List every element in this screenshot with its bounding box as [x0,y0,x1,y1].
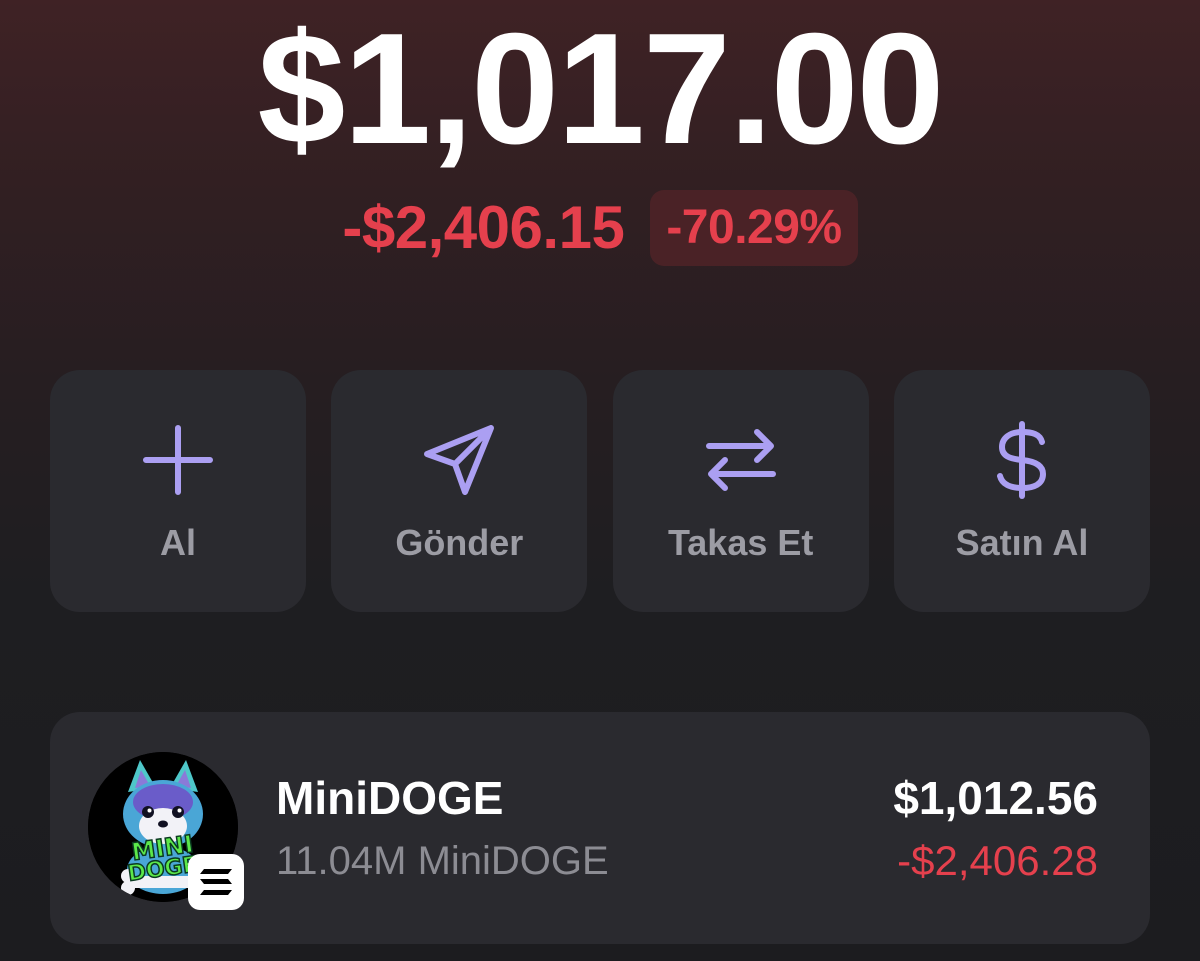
buy-button-label: Satın Al [955,522,1089,563]
balance-change-row: -$2,406.15 -70.29% [0,190,1200,266]
buy-button[interactable]: Satın Al [893,370,1150,612]
send-icon [419,420,499,500]
plus-icon [138,420,218,500]
receive-button[interactable]: Al [50,370,306,612]
swap-button[interactable]: Takas Et [612,370,869,612]
send-button-label: Gönder [395,522,524,563]
solana-icon [188,854,244,910]
send-button[interactable]: Gönder [331,370,588,612]
balance-change-amount: -$2,406.15 [342,194,625,261]
token-value: $1,012.56 [893,772,1098,824]
token-change: -$2,406.28 [897,837,1098,884]
token-amount: 11.04M MiniDOGE [276,839,609,883]
swap-icon [701,420,781,500]
receive-button-label: Al [160,522,196,563]
total-balance: $1,017.00 [257,1,945,177]
token-row-minidoge[interactable]: MINI DOGE MiniDOGE 11.04M MiniDOGE $1,01… [50,712,1150,944]
balance-change-percent-badge: -70.29% [650,190,858,266]
swap-button-label: Takas Et [667,522,814,563]
quick-actions: Al Gönder Takas Et Satın Al [50,370,1150,612]
dollar-icon [982,420,1062,500]
token-name: MiniDOGE [276,772,504,824]
